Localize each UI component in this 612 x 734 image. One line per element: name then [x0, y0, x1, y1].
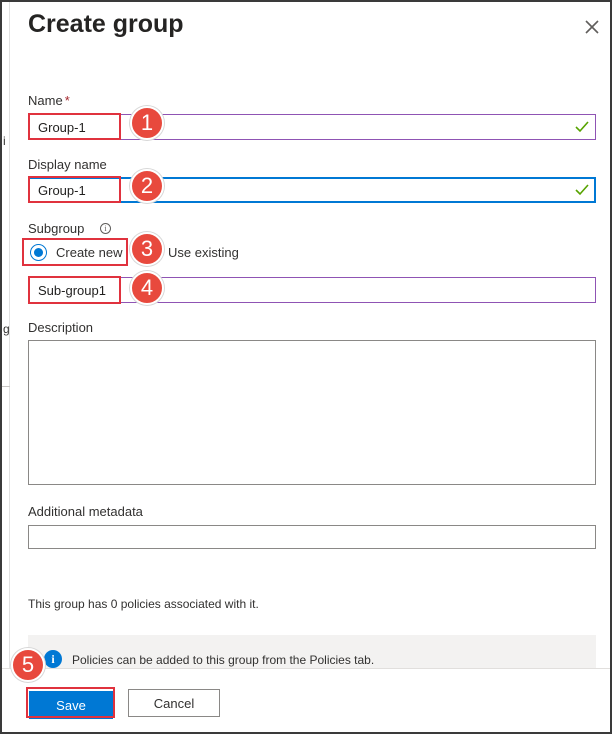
panel-footer: Save Cancel — [2, 668, 610, 732]
valid-check-icon — [575, 184, 589, 196]
valid-check-icon — [575, 121, 589, 133]
description-label: Description — [28, 320, 94, 335]
display-name-label: Display name — [28, 157, 107, 172]
info-icon: i — [44, 650, 62, 668]
name-label: Name * — [28, 93, 70, 108]
create-new-radio[interactable] — [30, 244, 47, 261]
callout-marker-2: 2 — [130, 169, 164, 203]
additional-metadata-label: Additional metadata — [28, 504, 143, 519]
background-text-fragment: i — [3, 134, 6, 148]
page-title: Create group — [28, 10, 184, 38]
cancel-button[interactable]: Cancel — [128, 689, 220, 717]
subgroup-name-input-value: Sub-group1 — [38, 283, 106, 298]
background-text-fragment: g — [3, 322, 10, 336]
use-existing-radio-label[interactable]: Use existing — [168, 245, 239, 260]
callout-marker-1: 1 — [130, 106, 164, 140]
info-message-bar: i Policies can be added to this group fr… — [28, 635, 596, 669]
description-textarea[interactable] — [28, 340, 596, 485]
required-marker: * — [64, 93, 70, 108]
callout-marker-3: 3 — [130, 232, 164, 266]
policies-count-text: This group has 0 policies associated wit… — [28, 597, 259, 611]
background-divider — [2, 386, 10, 387]
save-button[interactable]: Save — [29, 691, 113, 719]
info-message-text: Policies can be added to this group from… — [72, 653, 375, 667]
info-icon[interactable]: i — [100, 223, 111, 234]
subgroup-label: Subgroup — [28, 221, 85, 236]
additional-metadata-input[interactable] — [28, 525, 596, 549]
display-name-input-value: Group-1 — [38, 183, 86, 198]
background-panel-edge — [2, 2, 10, 732]
name-input-value: Group-1 — [38, 120, 86, 135]
callout-marker-5: 5 — [11, 648, 45, 682]
close-icon[interactable] — [583, 18, 601, 36]
display-name-input[interactable]: Group-1 — [28, 177, 596, 203]
create-new-radio-label[interactable]: Create new — [56, 245, 122, 260]
name-input[interactable]: Group-1 — [28, 114, 596, 140]
callout-marker-4: 4 — [130, 271, 164, 305]
subgroup-name-input[interactable]: Sub-group1 — [28, 277, 596, 303]
